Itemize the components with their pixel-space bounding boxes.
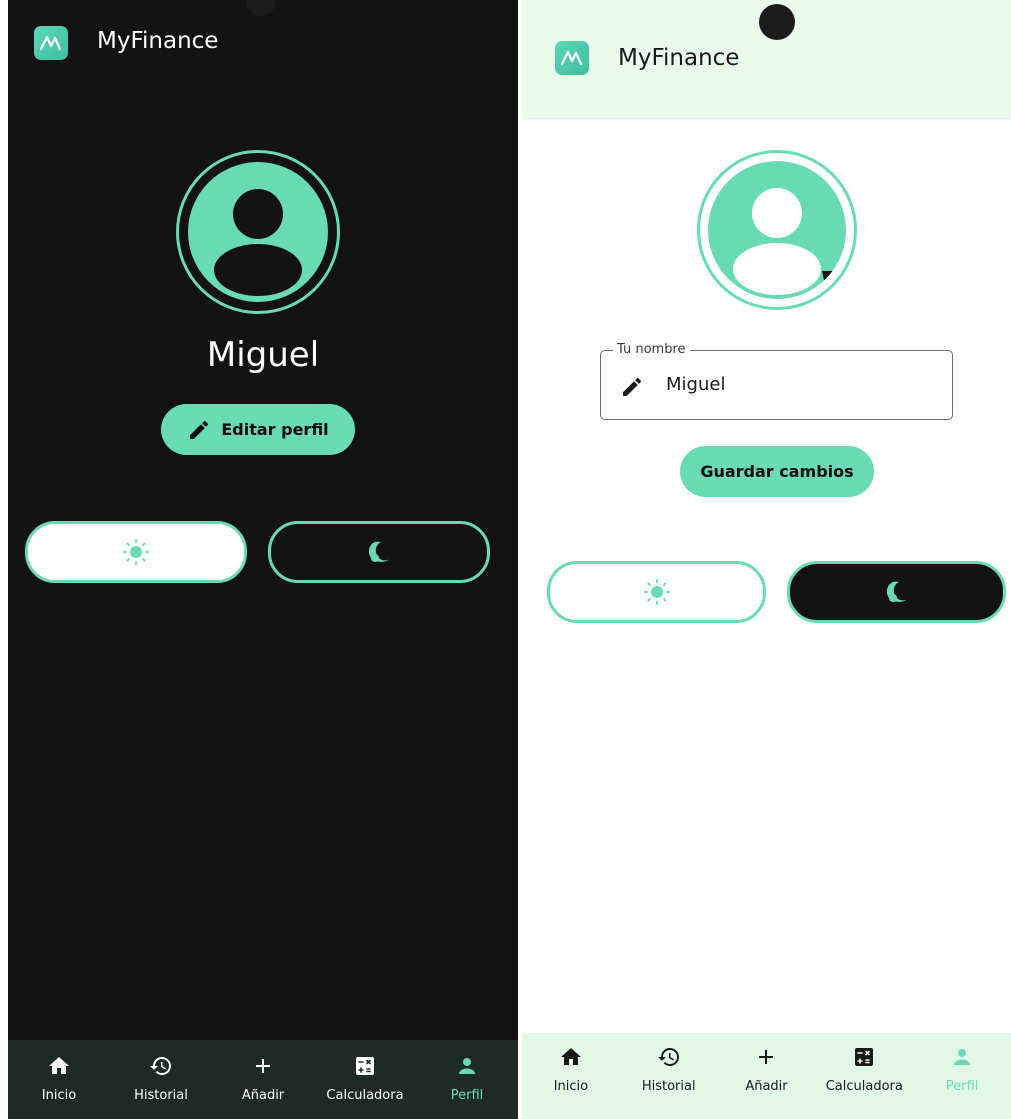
nav-item-anadir[interactable]: Añadir bbox=[718, 1033, 816, 1094]
nav-label-anadir: Añadir bbox=[241, 1088, 285, 1103]
light-theme-button[interactable] bbox=[547, 561, 766, 623]
avatar-person-icon bbox=[708, 161, 846, 299]
logo-chart-icon bbox=[555, 41, 589, 75]
dark-theme-button[interactable] bbox=[787, 561, 1006, 623]
edit-profile-label: Editar perfil bbox=[221, 420, 329, 439]
nav-label-perfil: Perfil bbox=[450, 1088, 484, 1103]
profile-screen-dark: MyFinance Miguel Editar perfil Inicio Hi… bbox=[8, 0, 518, 1119]
avatar-person-icon bbox=[188, 162, 328, 302]
camera-cutout-icon bbox=[759, 4, 795, 40]
nav-label-anadir: Añadir bbox=[745, 1079, 788, 1094]
person-icon bbox=[954, 1049, 971, 1065]
pencil-icon bbox=[190, 420, 209, 439]
home-icon bbox=[560, 1048, 581, 1065]
app-header: MyFinance bbox=[8, 0, 518, 70]
nav-item-anadir[interactable]: Añadir bbox=[212, 1040, 314, 1103]
save-changes-button[interactable]: Guardar cambios bbox=[680, 446, 874, 497]
name-field-value: Miguel bbox=[666, 374, 726, 395]
nav-label-calculadora: Calculadora bbox=[326, 1088, 404, 1103]
moon-icon bbox=[368, 541, 390, 562]
nav-item-historial[interactable]: Historial bbox=[110, 1040, 212, 1103]
nav-label-perfil: Perfil bbox=[945, 1079, 979, 1094]
profile-edit-screen-light: MyFinance Tu nombre Miguel Guardar cambi… bbox=[522, 0, 1011, 1119]
nav-item-inicio[interactable]: Inicio bbox=[8, 1040, 110, 1103]
app-title: MyFinance bbox=[97, 28, 219, 54]
sun-icon bbox=[643, 579, 670, 605]
name-field[interactable]: Tu nombre Miguel bbox=[600, 342, 953, 420]
bottom-navigation: Inicio Historial Añadir Calculadora Perf… bbox=[522, 1033, 1011, 1119]
nav-item-calculadora[interactable]: Calculadora bbox=[815, 1033, 913, 1094]
nav-label-inicio: Inicio bbox=[41, 1088, 77, 1103]
save-changes-label: Guardar cambios bbox=[700, 462, 854, 481]
calculator-icon bbox=[855, 1048, 874, 1066]
profile-username: Miguel bbox=[206, 335, 320, 375]
nav-item-inicio[interactable]: Inicio bbox=[522, 1033, 620, 1094]
sun-icon bbox=[123, 539, 149, 565]
nav-label-historial: Historial bbox=[641, 1079, 696, 1094]
nav-item-perfil[interactable]: Perfil bbox=[416, 1040, 518, 1103]
logo-chart-icon bbox=[34, 26, 68, 60]
edit-profile-button[interactable]: Editar perfil bbox=[161, 404, 355, 455]
name-field-label: Tu nombre bbox=[613, 342, 690, 357]
app-title: MyFinance bbox=[618, 45, 740, 71]
bottom-navigation: Inicio Historial Añadir Calculadora Perf… bbox=[8, 1040, 518, 1119]
nav-label-inicio: Inicio bbox=[553, 1079, 589, 1094]
dark-theme-button[interactable] bbox=[268, 521, 490, 583]
app-header: MyFinance bbox=[522, 0, 1011, 118]
plus-icon bbox=[759, 1050, 774, 1064]
nav-label-historial: Historial bbox=[134, 1088, 188, 1103]
nav-item-calculadora[interactable]: Calculadora bbox=[314, 1040, 416, 1103]
history-icon bbox=[657, 1048, 679, 1066]
calculator-icon bbox=[356, 1057, 374, 1075]
nav-label-calculadora: Calculadora bbox=[825, 1079, 903, 1094]
person-icon bbox=[459, 1058, 475, 1074]
home-icon bbox=[49, 1057, 69, 1074]
moon-icon bbox=[886, 581, 908, 602]
light-theme-button[interactable] bbox=[25, 521, 247, 583]
plus-icon bbox=[256, 1059, 270, 1073]
pencil-icon bbox=[623, 377, 642, 396]
nav-item-historial[interactable]: Historial bbox=[620, 1033, 718, 1094]
nav-item-perfil[interactable]: Perfil bbox=[913, 1033, 1011, 1094]
history-icon bbox=[150, 1057, 171, 1075]
